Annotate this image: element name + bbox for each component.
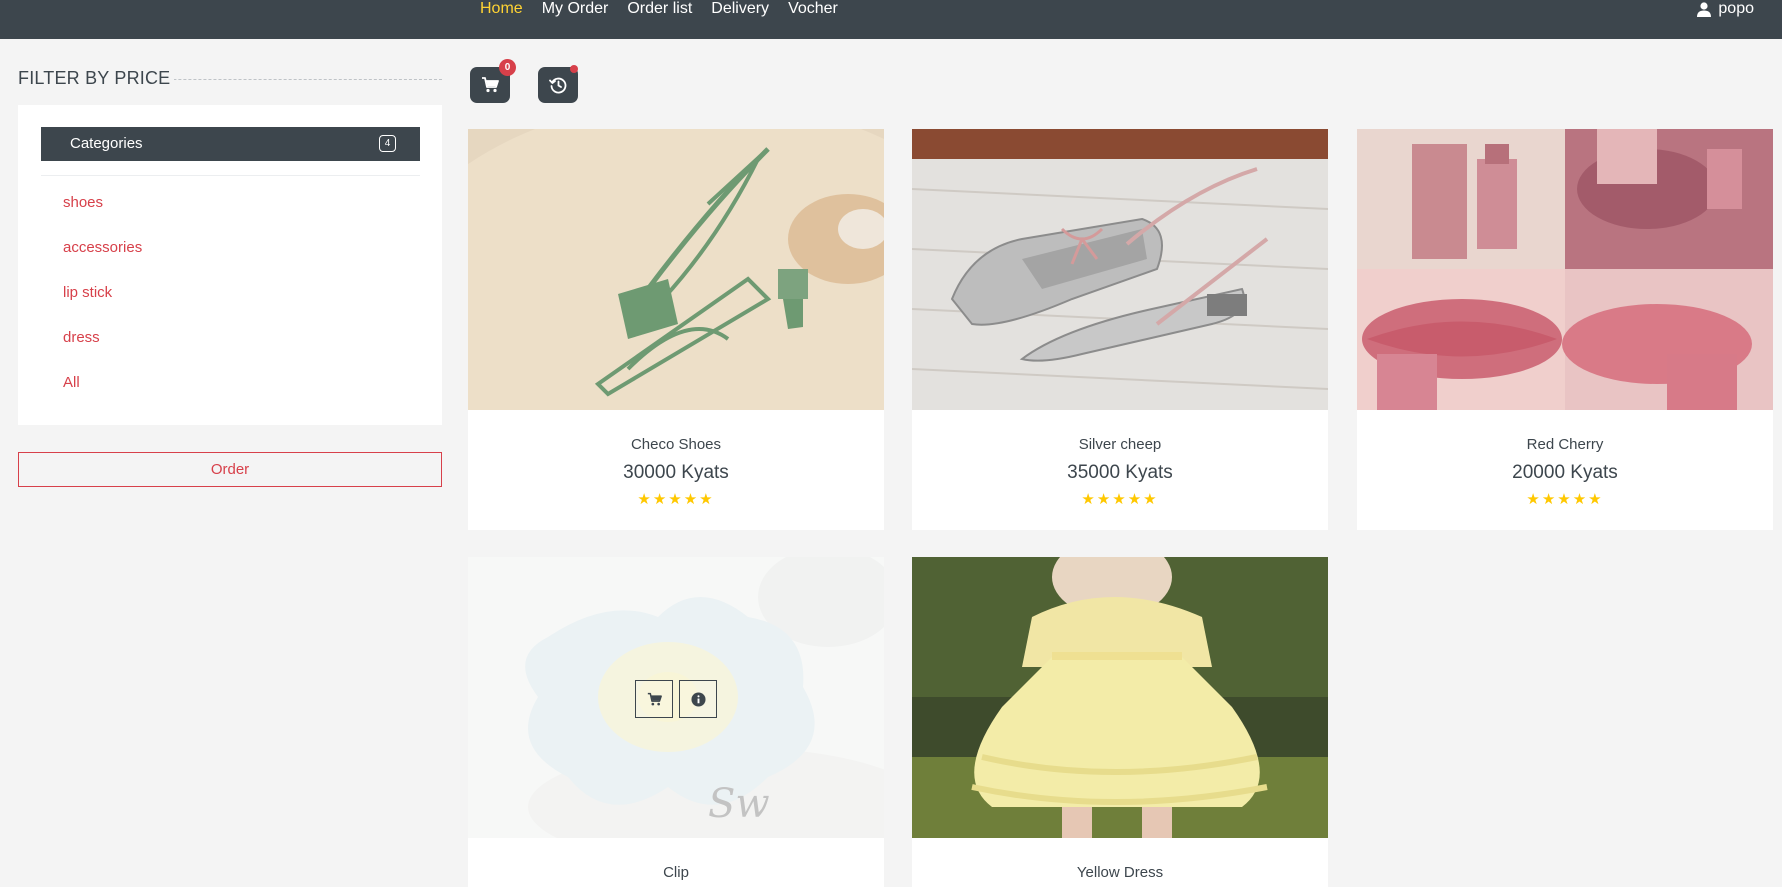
info-icon	[690, 691, 706, 707]
product-card[interactable]: Checo Shoes 30000 Kyats ★★★★★	[468, 129, 884, 530]
product-info-button[interactable]	[679, 680, 717, 718]
category-lip-stick[interactable]: lip stick	[63, 284, 112, 301]
cart-button[interactable]: 0	[470, 59, 516, 103]
filter-heading: FILTER BY PRICE	[18, 68, 175, 89]
product-image[interactable]	[1357, 129, 1773, 410]
category-accessories[interactable]: accessories	[63, 239, 142, 256]
product-name[interactable]: Silver cheep	[912, 436, 1328, 453]
filter-title: FILTER BY PRICE	[18, 56, 442, 100]
nav-vocher-link[interactable]: Vocher	[788, 0, 838, 18]
order-button[interactable]: Order	[18, 452, 442, 487]
cart-icon	[482, 77, 499, 93]
category-divider	[41, 175, 420, 176]
top-navbar: Home My Order Order list Delivery Vocher…	[0, 0, 1782, 39]
product-photo-silver-shoes	[912, 129, 1328, 410]
product-photo-yellow-dress	[912, 557, 1328, 838]
nav-links: Home My Order Order list Delivery Vocher	[480, 0, 838, 18]
category-shoes[interactable]: shoes	[63, 194, 103, 211]
product-image[interactable]: Sw	[468, 557, 884, 838]
nav-home-link[interactable]: Home	[480, 0, 523, 18]
add-to-cart-button[interactable]	[635, 680, 673, 718]
cart-count-badge: 0	[499, 59, 516, 76]
categories-label: Categories	[70, 135, 143, 152]
categories-header[interactable]: Categories 4	[41, 127, 420, 161]
nav-order-list-link[interactable]: Order list	[627, 0, 692, 18]
category-panel: Categories 4 shoes accessories lip stick…	[18, 105, 442, 425]
product-card[interactable]: Silver cheep 35000 Kyats ★★★★★	[912, 129, 1328, 530]
rating-stars-icon: ★★★★★	[637, 491, 715, 508]
product-photo-shoes	[468, 129, 884, 410]
cart-icon	[647, 692, 662, 705]
user-name: popo	[1718, 0, 1754, 17]
image-hover-overlay	[468, 557, 884, 838]
product-card[interactable]: Sw Clip	[468, 557, 884, 887]
category-all[interactable]: All	[63, 374, 80, 391]
product-name[interactable]: Red Cherry	[1357, 436, 1773, 453]
category-dress[interactable]: dress	[63, 329, 100, 346]
nav-delivery-link[interactable]: Delivery	[711, 0, 769, 18]
product-image[interactable]	[468, 129, 884, 410]
product-price: 20000 Kyats	[1512, 462, 1618, 483]
product-card[interactable]: Red Cherry 20000 Kyats ★★★★★	[1357, 129, 1773, 530]
history-notification-dot	[570, 65, 578, 73]
product-name[interactable]: Yellow Dress	[912, 864, 1328, 881]
user-icon	[1697, 1, 1712, 17]
rating-stars-icon: ★★★★★	[1081, 491, 1159, 508]
product-image[interactable]	[912, 557, 1328, 838]
product-price: 30000 Kyats	[623, 462, 729, 483]
product-photo-lipstick	[1357, 129, 1773, 410]
user-menu[interactable]: popo	[1697, 0, 1754, 18]
product-name[interactable]: Clip	[468, 864, 884, 881]
product-name[interactable]: Checo Shoes	[468, 436, 884, 453]
history-button[interactable]	[538, 65, 578, 103]
categories-count-badge: 4	[379, 135, 396, 152]
nav-my-order-link[interactable]: My Order	[542, 0, 609, 18]
history-icon	[549, 77, 567, 94]
product-card[interactable]: Yellow Dress	[912, 557, 1328, 887]
product-price: 35000 Kyats	[1067, 462, 1173, 483]
rating-stars-icon: ★★★★★	[1526, 491, 1604, 508]
sidebar: FILTER BY PRICE Categories 4 shoes acces…	[18, 56, 442, 487]
product-image[interactable]	[912, 129, 1328, 410]
